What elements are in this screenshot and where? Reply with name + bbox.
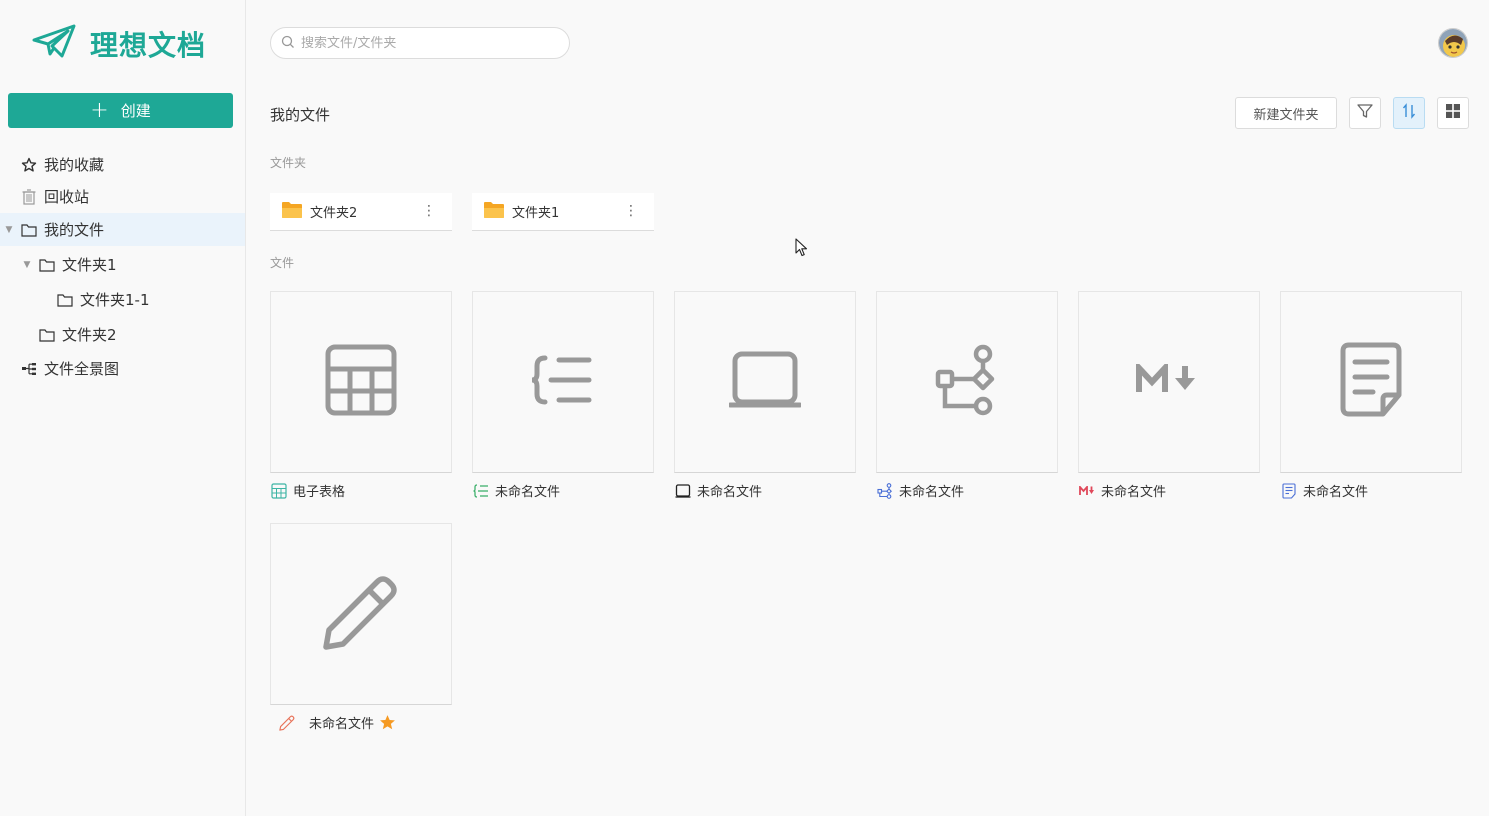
file-name: 未命名文件: [697, 485, 763, 500]
filter-button[interactable]: [1349, 97, 1381, 129]
sidebar: 理想文档 + 创建 我的收藏 回收站 ▼ 我的文件 ▼ 文件夹1 文件夹1-1 …: [0, 0, 246, 816]
trash-icon: [21, 188, 37, 205]
sidebar-item-label: 文件全景图: [44, 360, 120, 378]
table-icon: [325, 344, 397, 420]
grid-view-button[interactable]: [1437, 97, 1469, 129]
folder-icon: [39, 327, 55, 343]
sidebar-item-folder1[interactable]: ▼ 文件夹1: [0, 248, 245, 281]
sidebar-item-label: 文件夹2: [62, 326, 117, 344]
plus-icon: +: [90, 97, 109, 123]
file-card[interactable]: [1280, 291, 1462, 473]
folder-icon: [21, 222, 37, 238]
file-card[interactable]: [674, 291, 856, 473]
star-filled-icon[interactable]: [379, 714, 396, 731]
sidebar-item-trash[interactable]: 回收站: [0, 180, 245, 213]
more-vertical-icon[interactable]: ⋮: [624, 204, 638, 218]
board-icon: [675, 483, 691, 499]
sidebar-item-label: 回收站: [44, 188, 90, 206]
outline-icon: [531, 354, 595, 410]
sidebar-item-label: 文件夹1: [62, 256, 117, 274]
file-name: 未命名文件: [495, 485, 561, 500]
search-box[interactable]: [270, 27, 570, 59]
file-label[interactable]: 电子表格: [271, 481, 345, 500]
file-card[interactable]: [876, 291, 1058, 473]
file-card[interactable]: [270, 291, 452, 473]
chevron-down-icon[interactable]: ▼: [4, 225, 14, 235]
folder-card[interactable]: 文件夹2 ⋮: [270, 193, 452, 231]
sort-icon: [1400, 102, 1418, 124]
pencil-icon: [323, 574, 399, 654]
document-icon: [1340, 342, 1402, 422]
sidebar-item-favorites[interactable]: 我的收藏: [0, 148, 245, 181]
sidebar-item-label: 我的文件: [44, 221, 105, 239]
sidebar-item-folder1-1[interactable]: 文件夹1-1: [0, 283, 245, 316]
folder-icon: [281, 201, 303, 223]
file-label[interactable]: 未命名文件: [675, 481, 762, 500]
file-label[interactable]: 未命名文件: [877, 481, 964, 500]
sidebar-item-label: 文件夹1-1: [80, 291, 150, 309]
sidebar-item-label: 我的收藏: [44, 156, 105, 174]
file-name: 未命名文件: [899, 485, 965, 500]
file-label[interactable]: 未命名文件: [279, 713, 396, 732]
tree-icon: [21, 361, 37, 377]
folder-name: 文件夹2: [310, 206, 358, 221]
page-title: 我的文件: [270, 106, 331, 124]
create-button[interactable]: + 创建: [8, 93, 233, 128]
star-icon: [21, 157, 37, 173]
markdown-icon: [1079, 483, 1095, 499]
folder-card[interactable]: 文件夹1 ⋮: [472, 193, 654, 231]
folder-icon: [39, 257, 55, 273]
create-label: 创建: [120, 102, 151, 120]
sidebar-item-overview[interactable]: 文件全景图: [0, 352, 245, 385]
sort-button[interactable]: [1393, 97, 1425, 129]
folder-name: 文件夹1: [512, 206, 560, 221]
file-label[interactable]: 未命名文件: [473, 481, 560, 500]
file-card[interactable]: [1078, 291, 1260, 473]
flowchart-icon: [877, 482, 893, 499]
file-label[interactable]: 未命名文件: [1079, 481, 1166, 500]
flowchart-icon: [935, 344, 999, 420]
chevron-down-icon[interactable]: ▼: [22, 260, 32, 270]
file-name: 未命名文件: [1303, 485, 1369, 500]
file-name: 未命名文件: [309, 717, 375, 732]
folders-section-label: 文件夹: [270, 156, 307, 170]
board-icon: [727, 350, 803, 414]
file-label[interactable]: 未命名文件: [1281, 481, 1368, 500]
sidebar-item-folder2[interactable]: 文件夹2: [0, 318, 245, 351]
outline-icon: [473, 483, 489, 499]
paper-plane-icon: [32, 24, 76, 64]
new-folder-button[interactable]: 新建文件夹: [1235, 97, 1337, 129]
app-name: 理想文档: [90, 29, 207, 62]
folder-icon: [57, 292, 73, 308]
avatar[interactable]: [1438, 28, 1468, 58]
sidebar-item-my-files[interactable]: ▼ 我的文件: [0, 213, 245, 246]
file-name: 未命名文件: [1101, 485, 1167, 500]
pencil-icon: [279, 715, 295, 731]
folder-icon: [483, 201, 505, 223]
more-vertical-icon[interactable]: ⋮: [422, 204, 436, 218]
markdown-icon: [1135, 360, 1203, 400]
file-card[interactable]: [472, 291, 654, 473]
table-icon: [271, 482, 287, 499]
file-card[interactable]: [270, 523, 452, 705]
search-input[interactable]: [301, 35, 551, 51]
search-icon: [281, 34, 295, 53]
filter-icon: [1356, 102, 1374, 124]
file-name: 电子表格: [293, 485, 346, 500]
mouse-cursor-icon: [795, 238, 809, 262]
grid-icon: [1445, 103, 1461, 123]
logo[interactable]: 理想文档: [32, 24, 206, 64]
document-icon: [1281, 482, 1297, 499]
files-section-label: 文件: [270, 256, 295, 270]
